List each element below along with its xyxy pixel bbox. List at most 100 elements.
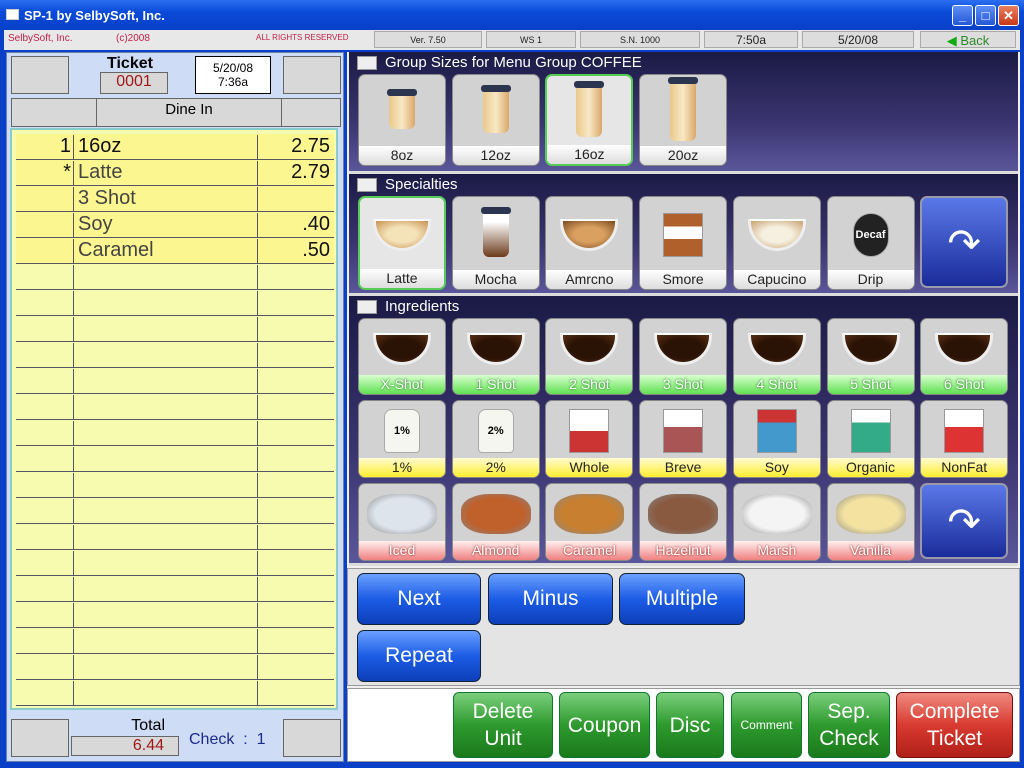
shot-x-shot-button[interactable]: X-Shot (358, 318, 446, 395)
milk-whole-button[interactable]: Whole (545, 400, 634, 478)
order-line[interactable] (16, 316, 334, 342)
order-line[interactable] (16, 394, 334, 420)
specialty-capucino-button[interactable]: Capucino (732, 196, 821, 290)
line-item: Soy (74, 213, 258, 238)
multiple-button[interactable]: Multiple (619, 573, 745, 625)
order-line[interactable] (16, 654, 334, 680)
tile-label: Whole (546, 458, 633, 477)
marshmallow-icon (738, 488, 816, 540)
flavor-caramel-button[interactable]: Caramel (545, 483, 634, 561)
total-left-button[interactable] (11, 719, 69, 757)
shot-5-shot-button[interactable]: 5 Shot (826, 318, 915, 395)
order-line[interactable]: * Latte 2.79 (16, 160, 334, 186)
back-button[interactable]: ◀ Back (920, 31, 1016, 48)
close-button[interactable]: ✕ (998, 5, 1019, 26)
next-button[interactable]: Next (357, 573, 481, 625)
minimize-button[interactable]: _ (952, 5, 973, 26)
sep-check-button[interactable]: Sep. Check (808, 692, 890, 758)
milk-breve-button[interactable]: Breve (639, 400, 728, 478)
order-line[interactable]: 1 16oz 2.75 (16, 134, 334, 160)
order-line[interactable] (16, 446, 334, 472)
complete-ticket-button[interactable]: Complete Ticket (896, 692, 1013, 758)
order-line[interactable] (16, 628, 334, 654)
order-line[interactable] (16, 342, 334, 368)
espresso-shot-icon (550, 323, 628, 374)
serial-number: S.N. 1000 (580, 31, 700, 48)
order-line[interactable] (16, 498, 334, 524)
repeat-button[interactable]: Repeat (357, 630, 481, 682)
milk-1-button[interactable]: 1% 1% (358, 400, 446, 478)
almond-icon (457, 488, 535, 540)
shot-6-shot-button[interactable]: 6 Shot (920, 318, 1009, 395)
sizes-checkbox[interactable] (357, 56, 377, 70)
order-line[interactable] (16, 264, 334, 290)
tile-label: 1 Shot (452, 375, 539, 394)
line-qty (16, 447, 74, 472)
specialty-amrcno-button[interactable]: Amrcno (545, 196, 634, 290)
milk-soy-button[interactable]: Soy (732, 400, 821, 478)
line-price (258, 265, 334, 290)
order-line[interactable] (16, 524, 334, 550)
line-price (258, 447, 334, 472)
shot-1-shot-button[interactable]: 1 Shot (451, 318, 540, 395)
specialties-checkbox[interactable] (357, 178, 377, 192)
order-line[interactable] (16, 290, 334, 316)
order-line[interactable]: Soy .40 (16, 212, 334, 238)
specialties-next-page-button[interactable]: ↷ (920, 196, 1009, 288)
milk-nonfat-button[interactable]: NonFat (920, 400, 1009, 478)
total-right-button[interactable] (283, 719, 341, 757)
order-line[interactable] (16, 368, 334, 394)
delete-unit-button[interactable]: Delete Unit (453, 692, 553, 758)
order-type-bar[interactable]: Dine In (11, 98, 341, 127)
hazelnut-icon (644, 488, 722, 540)
shot-3-shot-button[interactable]: 3 Shot (639, 318, 728, 395)
ticket-left-button[interactable] (11, 56, 69, 94)
title-bar: SP-1 by SelbySoft, Inc. _ □ ✕ (0, 0, 1024, 30)
flavor-marsh-button[interactable]: Marsh (732, 483, 821, 561)
order-line[interactable]: Caramel .50 (16, 238, 334, 264)
order-line[interactable] (16, 550, 334, 576)
specialty-latte-button[interactable]: Latte (358, 196, 446, 290)
espresso-shot-icon (457, 323, 535, 374)
size-12oz-button[interactable]: 12oz (451, 74, 540, 166)
size-16oz-button[interactable]: 16oz (545, 74, 634, 166)
flavor-almond-button[interactable]: Almond (451, 483, 540, 561)
order-line[interactable]: 3 Shot (16, 186, 334, 212)
maximize-button[interactable]: □ (975, 5, 996, 26)
order-line[interactable] (16, 602, 334, 628)
ticket-right-button[interactable] (283, 56, 341, 94)
espresso-shot-icon (738, 323, 816, 374)
comment-button[interactable]: Comment (731, 692, 802, 758)
order-line[interactable] (16, 680, 334, 706)
tile-label: 8oz (359, 146, 445, 165)
espresso-shot-icon (832, 323, 910, 374)
total-value: 6.44 (71, 736, 179, 756)
order-line[interactable] (16, 576, 334, 602)
flavor-iced-button[interactable]: Iced (358, 483, 446, 561)
size-8oz-button[interactable]: 8oz (358, 74, 446, 166)
specialty-drip-button[interactable]: Decaf Drip (826, 196, 915, 290)
order-line[interactable] (16, 420, 334, 446)
milk-2-button[interactable]: 2% 2% (451, 400, 540, 478)
minus-button[interactable]: Minus (488, 573, 613, 625)
milk-carton-icon: 2% (457, 405, 535, 457)
flavor-vanilla-button[interactable]: Vanilla (826, 483, 915, 561)
shot-4-shot-button[interactable]: 4 Shot (732, 318, 821, 395)
ingredients-header: Ingredients (385, 298, 460, 315)
cappuccino-icon (738, 201, 816, 269)
coupon-button[interactable]: Coupon (559, 692, 650, 758)
line-price (258, 681, 334, 706)
ingredients-next-page-button[interactable]: ↷ (920, 483, 1009, 559)
size-20oz-button[interactable]: 20oz (639, 74, 728, 166)
specialty-smore-button[interactable]: Smore (639, 196, 728, 290)
order-line[interactable] (16, 472, 334, 498)
milk-organic-button[interactable]: Organic (826, 400, 915, 478)
shot-2-shot-button[interactable]: 2 Shot (545, 318, 634, 395)
flavor-hazelnut-button[interactable]: Hazelnut (639, 483, 728, 561)
line-qty: 1 (16, 135, 74, 160)
line-price (258, 317, 334, 342)
specialty-mocha-button[interactable]: Mocha (451, 196, 540, 290)
tile-label: 2 Shot (546, 375, 633, 394)
disc-button[interactable]: Disc (656, 692, 724, 758)
ingredients-checkbox[interactable] (357, 300, 377, 314)
